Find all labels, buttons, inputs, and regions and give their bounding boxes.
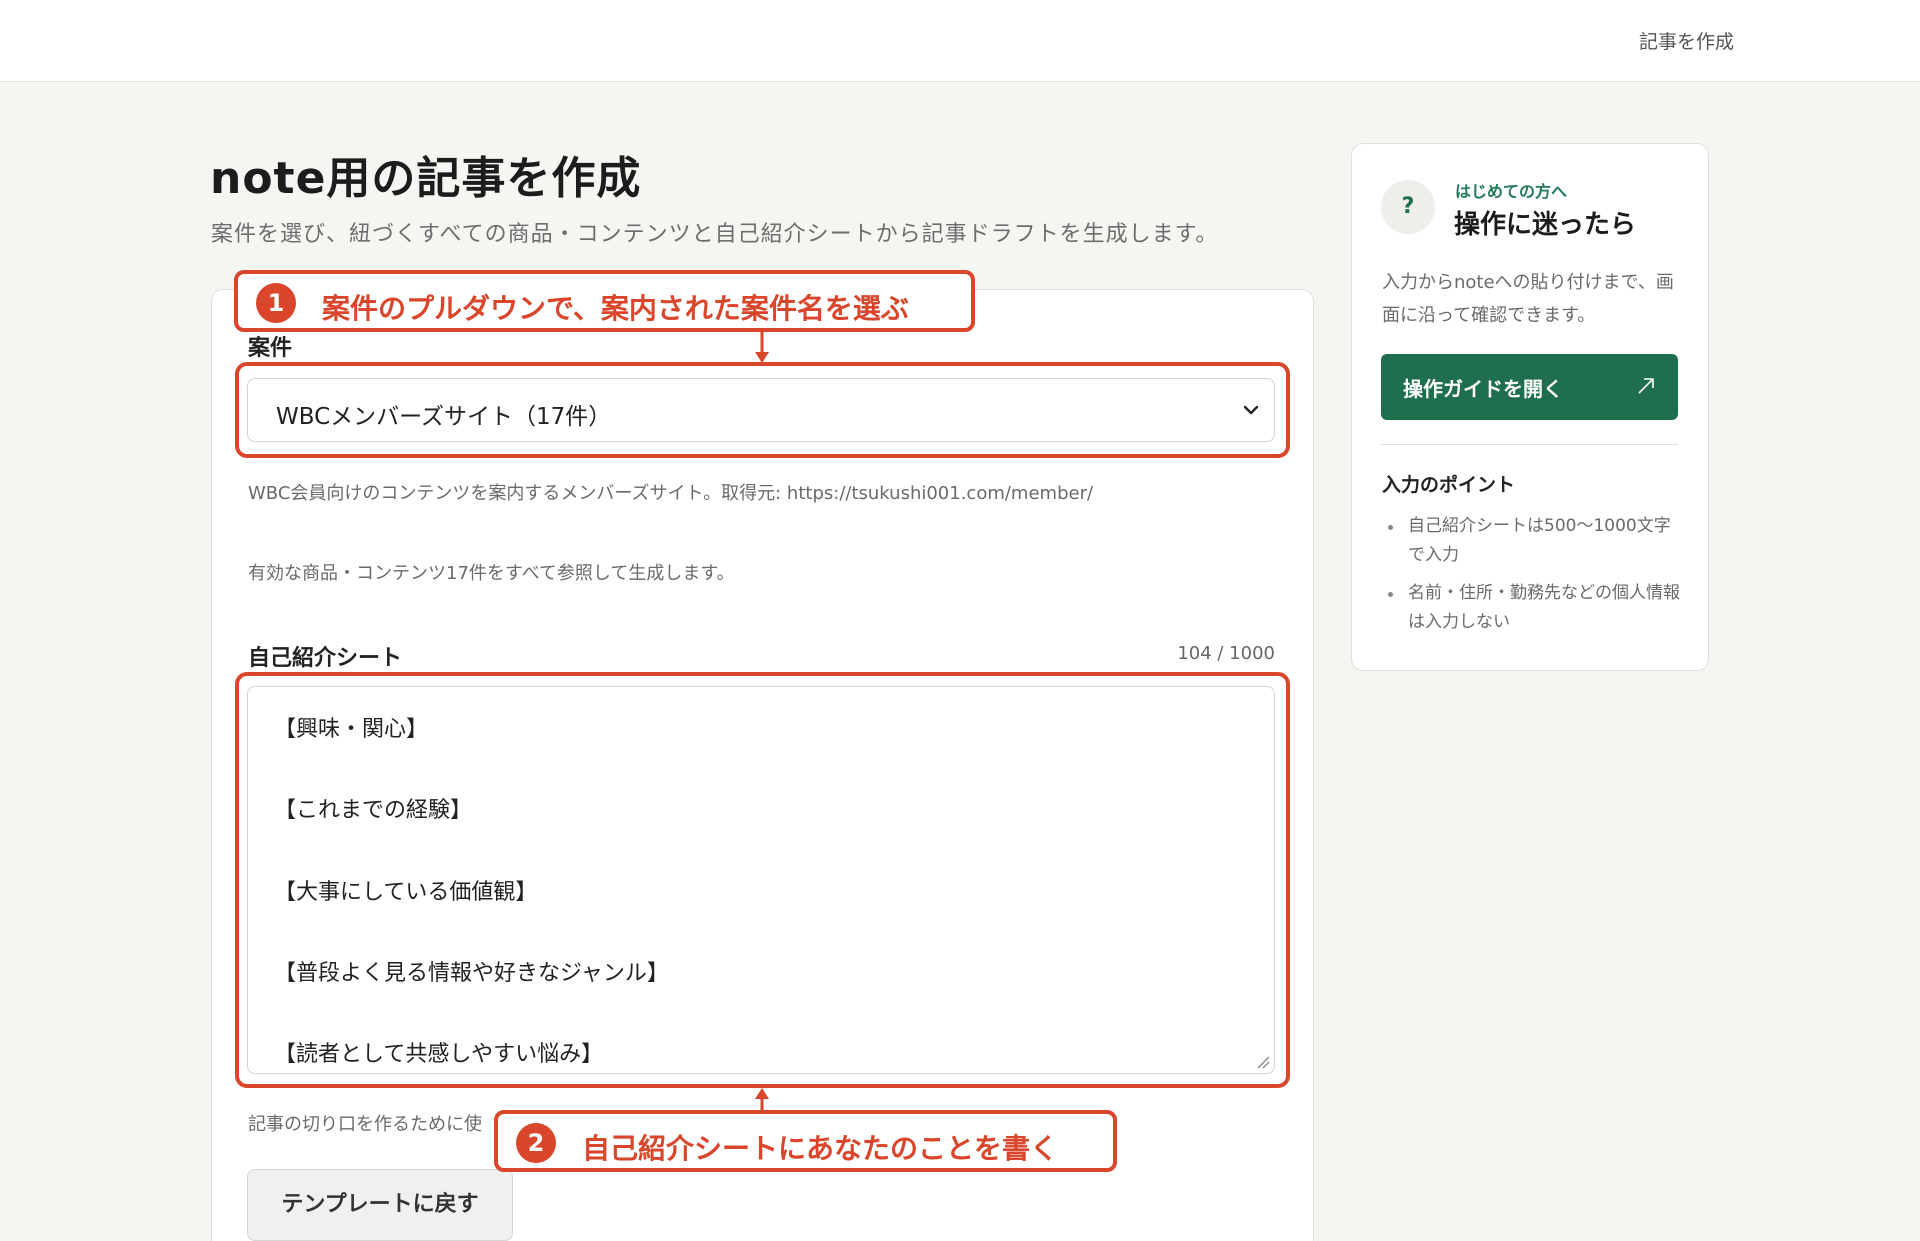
- arrow-down-icon: [755, 330, 769, 363]
- annotation-highlight-textarea: [235, 672, 1290, 1088]
- tip-item: 自己紹介シートは500〜1000文字で入力: [1382, 512, 1682, 570]
- reset-template-button[interactable]: テンプレートに戻す: [247, 1169, 513, 1241]
- open-guide-button[interactable]: 操作ガイドを開く: [1381, 354, 1678, 420]
- sidebar-title: 操作に迷ったら: [1454, 210, 1637, 240]
- annotation-text: 案件のプルダウンで、案内された案件名を選ぶ: [322, 292, 909, 325]
- annotation-highlight-select: [235, 362, 1290, 458]
- project-description: WBC会員向けのコンテンツを案内するメンバーズサイト。取得元: https://…: [248, 483, 1094, 504]
- character-counter: 104 / 1000: [1177, 643, 1275, 664]
- sidebar-eyebrow: はじめての方へ: [1455, 182, 1568, 201]
- top-bar: 記事を作成: [0, 0, 1920, 82]
- tip-item: 名前・住所・勤務先などの個人情報は入力しない: [1382, 579, 1682, 637]
- annotation-label-2: 2 自己紹介シートにあなたのことを書く: [494, 1110, 1117, 1172]
- sidebar-divider: [1381, 444, 1678, 445]
- self-intro-help: 記事の切り口を作るために使: [248, 1114, 482, 1135]
- sidebar-description: 入力からnoteへの貼り付けまで、画面に沿って確認できます。: [1382, 272, 1674, 326]
- project-note: 有効な商品・コンテンツ17件をすべて参照して生成します。: [248, 563, 735, 584]
- annotation-number: 2: [516, 1123, 556, 1163]
- page-subtitle: 案件を選び、紐づくすべての商品・コンテンツと自己紹介シートから記事ドラフトを生成…: [211, 222, 1219, 247]
- annotation-text: 自己紹介シートにあなたのことを書く: [582, 1132, 1059, 1165]
- annotation-label-1: 1 案件のプルダウンで、案内された案件名を選ぶ: [234, 270, 975, 332]
- annotation-number: 1: [256, 283, 296, 323]
- page-title: note用の記事を作成: [210, 153, 642, 204]
- open-guide-label: 操作ガイドを開く: [1403, 377, 1563, 401]
- nav-create-article-link[interactable]: 記事を作成: [1639, 27, 1734, 54]
- arrow-up-icon: [755, 1088, 769, 1112]
- external-arrow-icon: [1638, 378, 1654, 394]
- tips-title: 入力のポイント: [1382, 474, 1516, 496]
- question-icon: ?: [1381, 180, 1435, 234]
- self-intro-label: 自己紹介シート: [248, 646, 403, 671]
- tips-list: 自己紹介シートは500〜1000文字で入力 名前・住所・勤務先などの個人情報は入…: [1382, 512, 1682, 646]
- project-label: 案件: [248, 336, 293, 361]
